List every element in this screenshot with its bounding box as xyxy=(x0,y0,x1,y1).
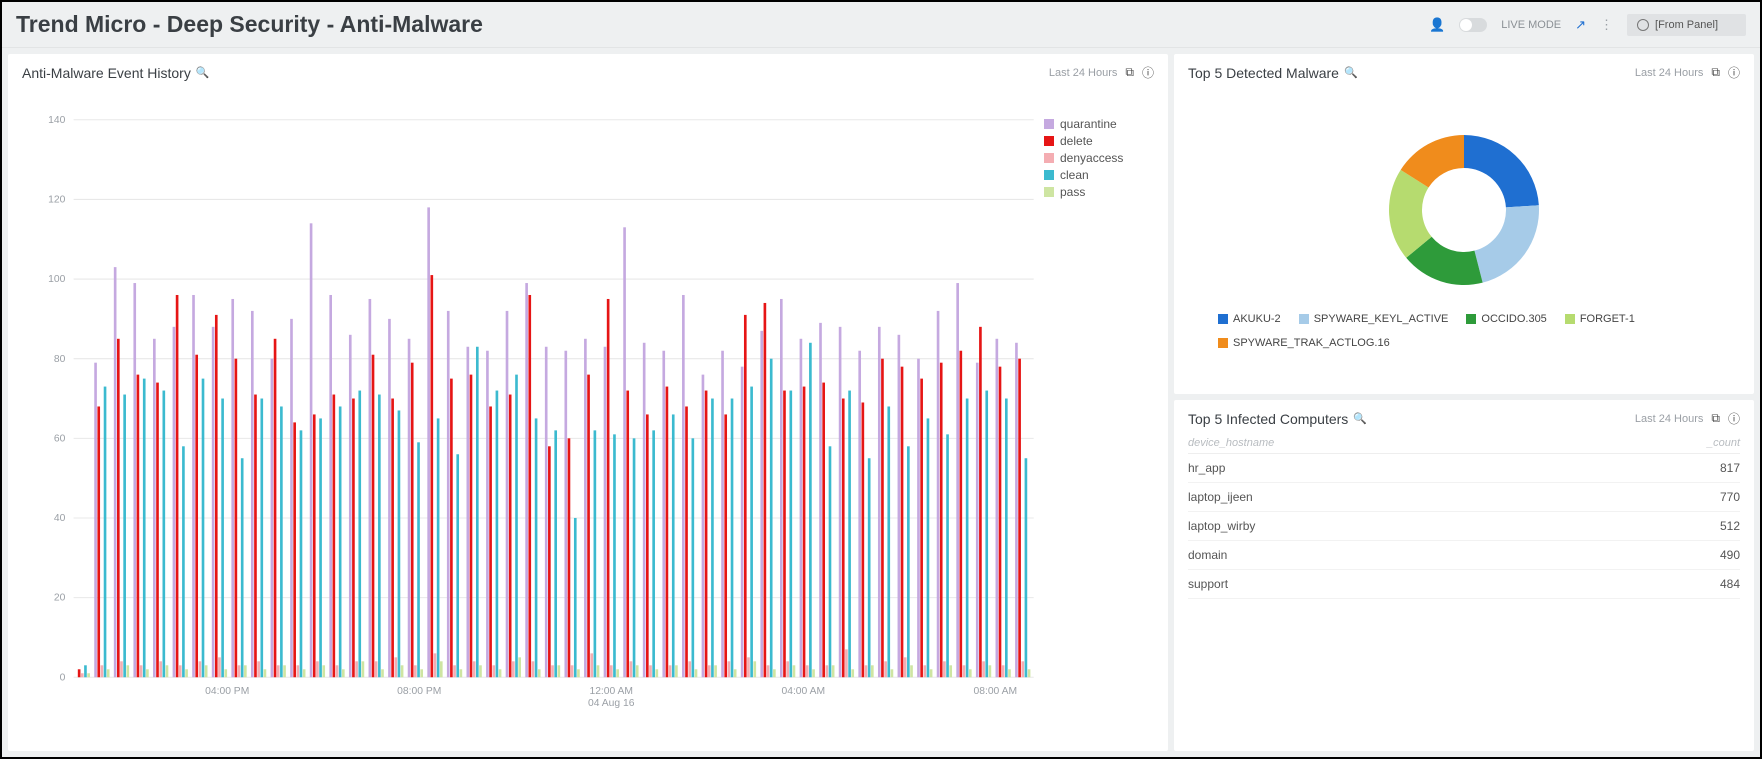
legend-item[interactable]: pass xyxy=(1044,185,1154,199)
dashboard-header: Trend Micro - Deep Security - Anti-Malwa… xyxy=(2,2,1760,48)
legend-item[interactable]: OCCIDO.305 xyxy=(1466,313,1546,325)
svg-text:12:00 AM: 12:00 AM xyxy=(589,686,633,697)
export-icon[interactable]: ⧉ xyxy=(1711,411,1720,426)
info-icon[interactable]: ⓘ xyxy=(1142,64,1154,81)
live-mode-toggle[interactable] xyxy=(1459,18,1487,32)
panel-title: Top 5 Detected Malware xyxy=(1188,65,1339,81)
info-icon[interactable]: ⓘ xyxy=(1728,410,1740,427)
svg-text:40: 40 xyxy=(54,513,66,524)
malware-legend: AKUKU-2 SPYWARE_KEYL_ACTIVE OCCIDO.305 FORG… xyxy=(1188,305,1740,357)
legend-item[interactable]: SPYWARE_TRAK_ACTLOG.16 xyxy=(1218,337,1390,349)
legend-item[interactable]: denyaccess xyxy=(1044,151,1154,165)
event-history-legend: quarantine delete denyaccess clean pass xyxy=(1044,87,1154,741)
legend-item[interactable]: quarantine xyxy=(1044,117,1154,131)
legend-item[interactable]: clean xyxy=(1044,168,1154,182)
svg-text:80: 80 xyxy=(54,354,66,365)
svg-text:04:00 PM: 04:00 PM xyxy=(205,686,249,697)
svg-text:100: 100 xyxy=(48,274,65,285)
infected-computers-panel: Top 5 Infected Computers 🔍 Last 24 Hours… xyxy=(1174,400,1754,751)
legend-item[interactable]: delete xyxy=(1044,134,1154,148)
event-history-chart[interactable]: 0 20 40 60 80 100 120 140 04:00 PM 08:00 PM 12:00 … xyxy=(22,87,1044,741)
svg-text:04:00 AM: 04:00 AM xyxy=(781,686,825,697)
column-header[interactable]: _count xyxy=(1680,437,1740,449)
export-icon[interactable]: ⧉ xyxy=(1711,65,1720,80)
gear-icon xyxy=(1637,19,1649,31)
svg-text:140: 140 xyxy=(48,115,65,126)
table-row[interactable]: laptop_ijeen770 xyxy=(1188,483,1740,512)
share-icon[interactable]: ↗ xyxy=(1575,17,1586,33)
export-icon[interactable]: ⧉ xyxy=(1125,65,1134,80)
svg-text:120: 120 xyxy=(48,195,65,206)
column-header[interactable]: device_hostname xyxy=(1188,437,1680,449)
user-icon: 👤 xyxy=(1429,17,1445,33)
table-row[interactable]: domain490 xyxy=(1188,541,1740,570)
svg-text:0: 0 xyxy=(60,672,66,683)
svg-text:60: 60 xyxy=(54,433,66,444)
zoom-icon[interactable]: 🔍 xyxy=(196,66,210,79)
malware-donut-chart[interactable] xyxy=(1369,115,1559,305)
svg-text:20: 20 xyxy=(54,593,66,604)
info-icon[interactable]: ⓘ xyxy=(1728,64,1740,81)
svg-text:04 Aug 16: 04 Aug 16 xyxy=(588,698,635,709)
time-range: Last 24 Hours xyxy=(1049,67,1117,79)
zoom-icon[interactable]: 🔍 xyxy=(1353,412,1367,425)
legend-item[interactable]: FORGET-1 xyxy=(1565,313,1635,325)
zoom-icon[interactable]: 🔍 xyxy=(1344,66,1358,79)
panel-title: Top 5 Infected Computers xyxy=(1188,411,1348,427)
time-range: Last 24 Hours xyxy=(1635,413,1703,425)
infected-table: device_hostname _count hr_app817laptop_i… xyxy=(1188,433,1740,599)
table-row[interactable]: hr_app817 xyxy=(1188,454,1740,483)
svg-text:08:00 AM: 08:00 AM xyxy=(973,686,1017,697)
event-history-panel: Anti-Malware Event History 🔍 Last 24 Hou… xyxy=(8,54,1168,751)
table-row[interactable]: laptop_wirby512 xyxy=(1188,512,1740,541)
table-row[interactable]: support484 xyxy=(1188,570,1740,599)
panel-title: Anti-Malware Event History xyxy=(22,65,191,81)
dashboard-title: Trend Micro - Deep Security - Anti-Malwa… xyxy=(16,11,1429,38)
legend-item[interactable]: SPYWARE_KEYL_ACTIVE xyxy=(1299,313,1449,325)
live-mode-label: LIVE MODE xyxy=(1501,19,1561,31)
svg-text:08:00 PM: 08:00 PM xyxy=(397,686,441,697)
detected-malware-panel: Top 5 Detected Malware 🔍 Last 24 Hours ⧉… xyxy=(1174,54,1754,394)
panel-selector[interactable]: [From Panel] xyxy=(1627,14,1746,36)
kebab-menu-icon[interactable]: ⋮ xyxy=(1600,17,1613,33)
legend-item[interactable]: AKUKU-2 xyxy=(1218,313,1281,325)
time-range: Last 24 Hours xyxy=(1635,67,1703,79)
